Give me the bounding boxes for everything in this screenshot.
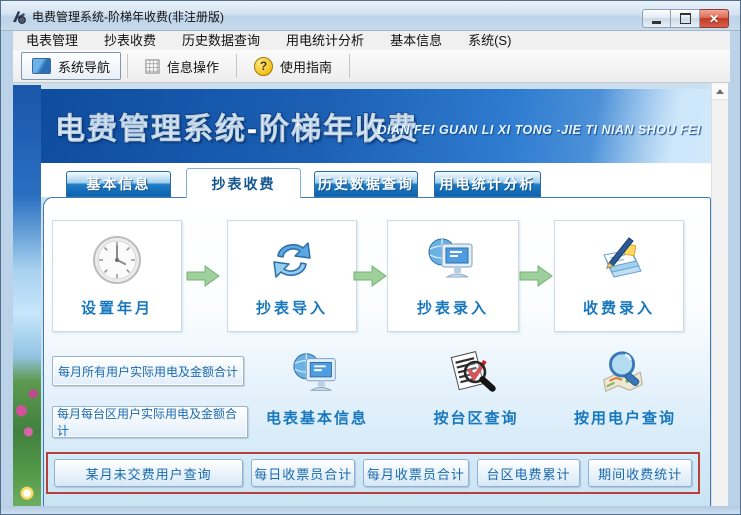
menu-item-system[interactable]: 系统(S) [455,31,524,50]
report-button-period-fee-stats[interactable]: 期间收费统计 [588,459,692,487]
workflow-card-set-month[interactable]: 设置年月 [52,220,182,332]
summary-button-monthly-all-users[interactable]: 每月所有用户实际用电及金额合计 [52,356,244,386]
tab-basic-info[interactable]: 基本信息 [66,171,171,197]
menu-item-reading-fee[interactable]: 抄表收费 [91,31,169,50]
monitor-icon [32,58,51,74]
report-button-area-fee-accumulation[interactable]: 台区电费累计 [476,459,581,487]
report-button-group: 某月未交费用户查询 每日收票员合计 每月收票员合计 台区电费累计 期间收费统计 [46,452,700,494]
toolbar-label-system-nav: 系统导航 [58,59,111,75]
workflow-label-fee-entry: 收费录入 [582,300,655,317]
minimize-icon [652,21,661,24]
minimize-button[interactable] [642,9,671,28]
menu-bar: 电表管理 抄表收费 历史数据查询 用电统计分析 基本信息 系统(S) [13,31,730,50]
help-icon: ? [254,56,274,76]
vertical-scrollbar[interactable] [711,83,728,508]
sync-icon [273,242,311,278]
tab-usage-stats[interactable]: 用电统计分析 [434,171,541,197]
green-arrow-icon [353,265,387,287]
computer-icon[interactable] [291,346,343,402]
maximize-icon [679,13,691,24]
window-title: 电费管理系统-阶梯年收费(非注册版) [32,10,224,24]
toolbar-button-system-nav[interactable]: 系统导航 [21,52,122,80]
toolbar-button-user-guide[interactable]: ? 使用指南 [243,52,343,80]
menu-item-meter-management[interactable]: 电表管理 [13,31,91,50]
toolbar: 系统导航 信息操作 ? 使用指南 [13,50,730,83]
report-button-unpaid-users[interactable]: 某月未交费用户查询 [54,459,244,487]
maximize-button[interactable] [671,9,700,28]
toolbar-separator [127,54,129,78]
client-area: 电费管理系统-阶梯年收费 DIAN FEI GUAN LI XI TONG -J… [13,83,713,508]
workflow-label-reading-entry: 抄表录入 [416,300,489,317]
app-icon [13,11,26,24]
green-arrow-icon [186,265,220,287]
content-panel: 设置年月 抄表导入 抄表录入 收费录入 每月所有用户实际用电及金额合计 每月每台… [43,197,711,508]
workflow-label-reading-import: 抄表导入 [255,300,328,317]
workflow-card-reading-import[interactable]: 抄表导入 [227,220,357,332]
computer-icon [428,238,473,278]
menu-item-history-query[interactable]: 历史数据查询 [169,31,273,50]
menu-item-usage-stats[interactable]: 用电统计分析 [273,31,377,50]
notepad-pen-icon [603,237,642,278]
shortcut-query-by-area[interactable]: 按台区查询 [411,407,541,428]
toolbar-separator [236,54,238,78]
green-arrow-icon [519,265,553,287]
toolbar-label-info-operation: 信息操作 [167,59,220,75]
chevron-up-icon [716,88,724,94]
workflow-label-set-month: 设置年月 [80,300,153,317]
workflow-card-reading-entry[interactable]: 抄表录入 [387,220,519,332]
close-icon: ✕ [708,11,720,26]
window-bottom-border [1,506,740,514]
menu-item-basic-info[interactable]: 基本信息 [377,31,455,50]
title-bar[interactable]: 电费管理系统-阶梯年收费(非注册版) ✕ [1,1,740,31]
summary-button-monthly-by-area[interactable]: 每月每台区用户实际用电及金额合计 [52,406,248,438]
toolbar-button-info-operation[interactable]: 信息操作 [134,52,230,80]
search-list-icon[interactable] [446,346,500,402]
clock-icon [93,236,141,284]
app-window: 电费管理系统-阶梯年收费(非注册版) ✕ 电表管理 抄表收费 历史数据查询 用电… [0,0,741,515]
shortcut-query-by-user[interactable]: 按用电户查询 [560,407,690,428]
toolbar-separator [349,54,351,78]
decorative-flower-strip [13,85,41,508]
scroll-up-button[interactable] [712,83,728,100]
close-button[interactable]: ✕ [700,9,729,28]
search-map-icon[interactable] [597,346,649,402]
banner-subtitle: DIAN FEI GUAN LI XI TONG -JIE TI NIAN SH… [377,123,701,137]
grid-icon [145,58,160,74]
banner: 电费管理系统-阶梯年收费 DIAN FEI GUAN LI XI TONG -J… [41,89,711,164]
workflow-card-fee-entry[interactable]: 收费录入 [554,220,684,332]
tab-history-query[interactable]: 历史数据查询 [314,171,418,197]
window-controls: ✕ [642,9,729,28]
toolbar-label-user-guide: 使用指南 [280,59,333,75]
banner-title: 电费管理系统-阶梯年收费 [55,113,419,147]
report-button-monthly-collector-total[interactable]: 每月收票员合计 [363,459,469,487]
shortcut-meter-basic-info[interactable]: 电表基本信息 [252,407,382,428]
tab-meter-reading-fee[interactable]: 抄表收费 [186,168,301,198]
report-button-daily-collector-total[interactable]: 每日收票员合计 [251,459,356,487]
